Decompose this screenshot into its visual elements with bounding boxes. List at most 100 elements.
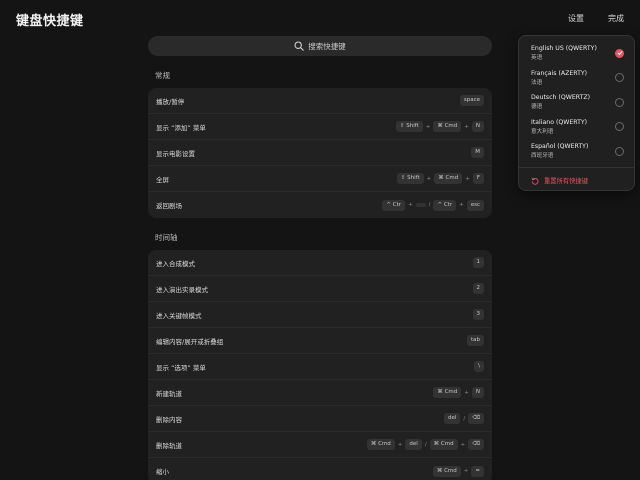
shortcut-label: 显示 “选项” 菜单 <box>156 363 206 372</box>
key-cap: ⌫ <box>468 413 484 424</box>
key-cap: ⇧ Shift <box>395 121 423 132</box>
key-separator: / <box>424 441 427 448</box>
shortcut-label: 显示 “添加” 菜单 <box>156 123 206 132</box>
key-combo: del / ⌫ <box>443 413 484 424</box>
layout-option[interactable]: Français (AZERTY) 法语 <box>519 66 634 91</box>
key-cap: tab <box>466 335 484 346</box>
layout-name: Deutsch (QWERTZ) <box>531 94 591 102</box>
shortcut-row[interactable]: 显示电影设置 M <box>148 140 492 166</box>
key-combo: ^ Ctr + / ^ Ctr + esc <box>382 199 484 211</box>
shortcut-label: 进入合成模式 <box>156 259 195 268</box>
key-separator: + <box>459 202 464 208</box>
layout-name: Italiano (QWERTY) <box>531 118 588 126</box>
settings-button[interactable]: 设置 <box>568 13 584 24</box>
reset-icon <box>531 177 539 185</box>
shortcut-row[interactable]: 编辑内容/展开或折叠组 tab <box>148 328 492 354</box>
layout-name: English US (QWERTY) <box>531 45 597 53</box>
key-separator: + <box>397 441 403 448</box>
reset-label: 重置所有快捷键 <box>544 178 589 185</box>
key-separator: + <box>425 123 431 130</box>
layout-name: Español (QWERTY) <box>531 143 589 151</box>
key-cap: ⌘ Cmd <box>366 439 395 450</box>
menu-divider <box>519 166 634 168</box>
checkmark-radio-icon[interactable] <box>615 48 624 58</box>
key-cap: M <box>471 147 484 158</box>
layout-option-text: English US (QWERTY) 英语 <box>531 45 597 61</box>
done-button[interactable]: 完成 <box>608 13 624 24</box>
key-separator: + <box>465 175 470 182</box>
shortcut-label: 删除轨道 <box>156 441 182 450</box>
shortcut-row[interactable]: 新建轨道 ⌘ Cmd + N <box>148 380 492 406</box>
layout-language: 意大利语 <box>531 128 554 135</box>
key-cap: ⌘ Cmd <box>433 121 462 132</box>
shortcut-group: 进入合成模式 1 进入演出实录模式 2 进入关键帧模式 3 编辑内容/展开或折叠组 tab 显示… <box>148 250 492 480</box>
layout-option[interactable]: Italiano (QWERTY) 意大利语 <box>519 115 634 140</box>
key-cap: ^ Ctr <box>382 199 406 211</box>
shortcut-row[interactable]: 删除轨道 ⌘ Cmd + del / ⌘ Cmd + ⌫ <box>148 432 492 458</box>
key-cap: ⌘ Cmd <box>434 173 463 184</box>
search-input[interactable]: 搜索快捷键 <box>148 36 492 56</box>
key-cap <box>415 203 426 207</box>
shortcut-row[interactable]: 播放/暂停 space <box>148 88 492 114</box>
shortcut-row[interactable]: 显示 “选项” 菜单 \ <box>148 354 492 380</box>
key-cap: ⇧ Shift <box>396 173 424 184</box>
shortcut-row[interactable]: 进入关键帧模式 3 <box>148 302 492 328</box>
key-cap: N <box>471 387 484 398</box>
key-separator: + <box>426 175 432 182</box>
key-cap: ⌫ <box>468 439 484 450</box>
key-combo: 3 <box>472 309 484 320</box>
layout-option[interactable]: Español (QWERTY) 西班牙语 <box>519 139 634 164</box>
key-combo: space <box>459 95 484 106</box>
reset-shortcuts-button[interactable]: 重置所有快捷键 <box>519 172 634 190</box>
key-cap: 3 <box>472 309 484 320</box>
key-combo: ⇧ Shift + ⌘ Cmd + F <box>396 173 484 184</box>
shortcut-label: 新建轨道 <box>156 389 182 398</box>
key-cap: del <box>443 413 461 424</box>
key-cap: space <box>459 95 484 106</box>
key-combo: ⌘ Cmd + N <box>433 387 484 398</box>
shortcut-label: 返回剧场 <box>156 202 182 210</box>
radio-icon[interactable] <box>615 146 624 156</box>
radio-icon[interactable] <box>615 97 624 107</box>
shortcut-label: 进入关键帧模式 <box>156 311 202 320</box>
section-title: 时间轴 <box>155 233 178 242</box>
shortcut-row[interactable]: 缩小 ⌘ Cmd + = <box>148 458 492 480</box>
radio-icon[interactable] <box>615 73 624 83</box>
shortcut-row[interactable]: 进入合成模式 1 <box>148 250 492 276</box>
shortcut-group: 播放/暂停 space 显示 “添加” 菜单 ⇧ Shift + ⌘ Cmd + N 显示电影设… <box>148 88 492 218</box>
layout-option-text: Italiano (QWERTY) 意大利语 <box>531 119 587 135</box>
key-combo: 2 <box>472 283 484 294</box>
shortcut-label: 进入演出实录模式 <box>156 285 208 294</box>
layout-option[interactable]: Deutsch (QWERTZ) 德语 <box>519 90 634 115</box>
key-cap: esc <box>466 199 484 211</box>
layout-option[interactable]: English US (QWERTY) 英语 <box>519 41 634 66</box>
key-cap: \ <box>474 361 484 372</box>
shortcut-row[interactable]: 显示 “添加” 菜单 ⇧ Shift + ⌘ Cmd + N <box>148 114 492 140</box>
layout-language: 西班牙语 <box>531 153 554 160</box>
shortcut-row[interactable]: 进入演出实录模式 2 <box>148 276 492 302</box>
layout-language: 德语 <box>531 104 543 111</box>
section-title: 常规 <box>155 71 170 80</box>
key-cap: ⌘ Cmd <box>433 387 462 398</box>
layout-language: 英语 <box>531 55 543 62</box>
key-separator: + <box>460 441 466 448</box>
key-separator: + <box>464 389 469 396</box>
key-separator: / <box>463 415 466 422</box>
key-combo: ⌘ Cmd + del / ⌘ Cmd + ⌫ <box>366 439 484 450</box>
key-cap: N <box>471 121 484 132</box>
shortcut-row[interactable]: 删除内容 del / ⌫ <box>148 406 492 432</box>
layout-name: Français (AZERTY) <box>531 69 588 77</box>
keyboard-layout-menu: English US (QWERTY) 英语 Français (AZERTY) 法语… <box>518 35 635 191</box>
shortcut-label: 全屏 <box>156 175 169 184</box>
layout-option-text: Français (AZERTY) 法语 <box>531 70 587 86</box>
shortcut-row[interactable]: 全屏 ⇧ Shift + ⌘ Cmd + F <box>148 166 492 192</box>
key-cap: F <box>472 173 484 184</box>
key-combo: ⌘ Cmd + = <box>432 465 484 477</box>
radio-icon[interactable] <box>615 122 624 132</box>
layout-options: English US (QWERTY) 英语 Français (AZERTY) 法语… <box>519 41 634 164</box>
shortcut-row[interactable]: 返回剧场 ^ Ctr + / ^ Ctr + esc <box>148 192 492 218</box>
shortcut-label: 编辑内容/展开或折叠组 <box>156 337 224 346</box>
layout-language: 法语 <box>531 79 543 86</box>
key-separator: / <box>428 202 431 208</box>
key-separator: + <box>463 468 469 474</box>
